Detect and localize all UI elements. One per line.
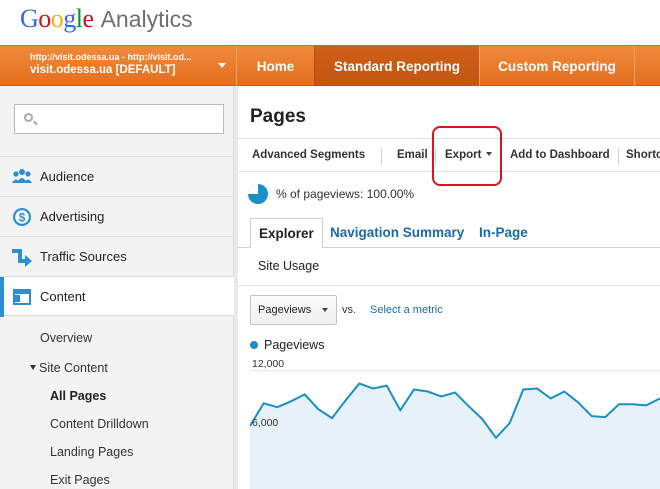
search-icon <box>24 113 33 122</box>
sidebar-item-site-content[interactable]: Site Content <box>30 361 108 375</box>
email-button[interactable]: Email <box>397 149 428 161</box>
report-tabs: Explorer Navigation Summary In-Page <box>238 216 660 248</box>
sidebar-item-label: Traffic Sources <box>40 249 127 264</box>
sidebar-item-content[interactable]: Content <box>0 276 234 317</box>
arrows-icon <box>12 249 32 267</box>
pageviews-chart[interactable]: 12,000 6,000 <box>250 356 660 489</box>
nav-tab-standard-reporting[interactable]: Standard Reporting <box>314 46 479 86</box>
account-profile: visit.odessa.ua [DEFAULT] <box>30 64 176 76</box>
legend-label: Pageviews <box>264 338 325 352</box>
highlight-annotation <box>432 126 502 186</box>
sidebar-item-traffic-sources[interactable]: Traffic Sources <box>0 236 234 276</box>
metric-select[interactable]: Pageviews <box>250 295 337 325</box>
sidebar-item-label: Site Content <box>39 361 108 375</box>
sidebar-item-audience[interactable]: Audience <box>0 156 234 196</box>
sidebar-item-overview[interactable]: Overview <box>40 331 92 345</box>
series-area <box>250 383 660 489</box>
google-analytics-logo[interactable]: Google Analytics <box>20 4 193 38</box>
sidebar-item-all-pages[interactable]: All Pages <box>50 389 106 403</box>
y-tick-label: 6,000 <box>252 417 278 429</box>
segment-summary: % of pageviews: 100.00% <box>248 184 414 204</box>
content-icon <box>13 289 31 305</box>
nav-tab-home[interactable]: Home <box>236 46 314 86</box>
sidebar-item-landing-pages[interactable]: Landing Pages <box>50 445 133 459</box>
analytics-wordmark: Analytics <box>100 6 193 32</box>
ga-window: Google Analytics http://visit.odessa.ua … <box>0 0 660 489</box>
explorer-subtabs: Site Usage <box>238 248 660 286</box>
sidebar: Audience $ Advertising Traffic Sources C… <box>0 86 234 489</box>
chart-legend: Pageviews <box>250 338 324 352</box>
series-dot <box>250 341 258 349</box>
report-panel: Pages Advanced Segments Email Export Add… <box>238 86 660 489</box>
chevron-down-icon <box>218 63 226 68</box>
account-selector[interactable]: http://visit.odessa.ua - http://visit.od… <box>0 46 236 86</box>
y-tick-label: 12,000 <box>252 358 284 370</box>
metric-select-value: Pageviews <box>258 304 312 316</box>
segment-label: % of pageviews: 100.00% <box>276 187 415 201</box>
toolbar-divider <box>381 148 382 165</box>
shortcut-button[interactable]: Shortc <box>626 149 660 161</box>
top-nav-bar: http://visit.odessa.ua - http://visit.od… <box>0 45 660 86</box>
page-title: Pages <box>250 106 306 127</box>
account-url: http://visit.odessa.ua - http://visit.od… <box>30 52 192 62</box>
dollar-icon: $ <box>13 208 31 226</box>
add-to-dashboard-button[interactable]: Add to Dashboard <box>510 149 610 161</box>
sidebar-item-label: Content <box>40 289 86 304</box>
toolbar-divider <box>618 148 619 165</box>
sidebar-item-exit-pages[interactable]: Exit Pages <box>50 473 110 487</box>
vs-label: vs. <box>342 304 357 316</box>
tab-explorer[interactable]: Explorer <box>250 218 323 248</box>
sidebar-item-advertising[interactable]: $ Advertising <box>0 196 234 236</box>
svg-text:$: $ <box>19 211 26 225</box>
google-wordmark: Google <box>20 4 94 33</box>
subtab-site-usage[interactable]: Site Usage <box>258 259 319 273</box>
sidebar-item-content-drilldown[interactable]: Content Drilldown <box>50 417 149 431</box>
tab-navigation-summary[interactable]: Navigation Summary <box>322 218 472 248</box>
sidebar-search-input[interactable] <box>14 104 224 134</box>
people-icon <box>12 169 32 183</box>
sidebar-item-label: Advertising <box>40 209 105 224</box>
caret-down-icon <box>30 365 36 370</box>
nav-tab-more[interactable] <box>634 46 660 86</box>
advanced-segments-button[interactable]: Advanced Segments <box>252 149 365 161</box>
sidebar-item-label: Audience <box>40 169 95 184</box>
nav-tab-custom-reporting[interactable]: Custom Reporting <box>479 46 634 86</box>
chevron-down-icon <box>322 308 328 312</box>
pie-chart-icon <box>248 184 268 204</box>
tab-in-page[interactable]: In-Page <box>471 218 536 248</box>
select-metric-link[interactable]: Select a metric <box>370 304 443 316</box>
